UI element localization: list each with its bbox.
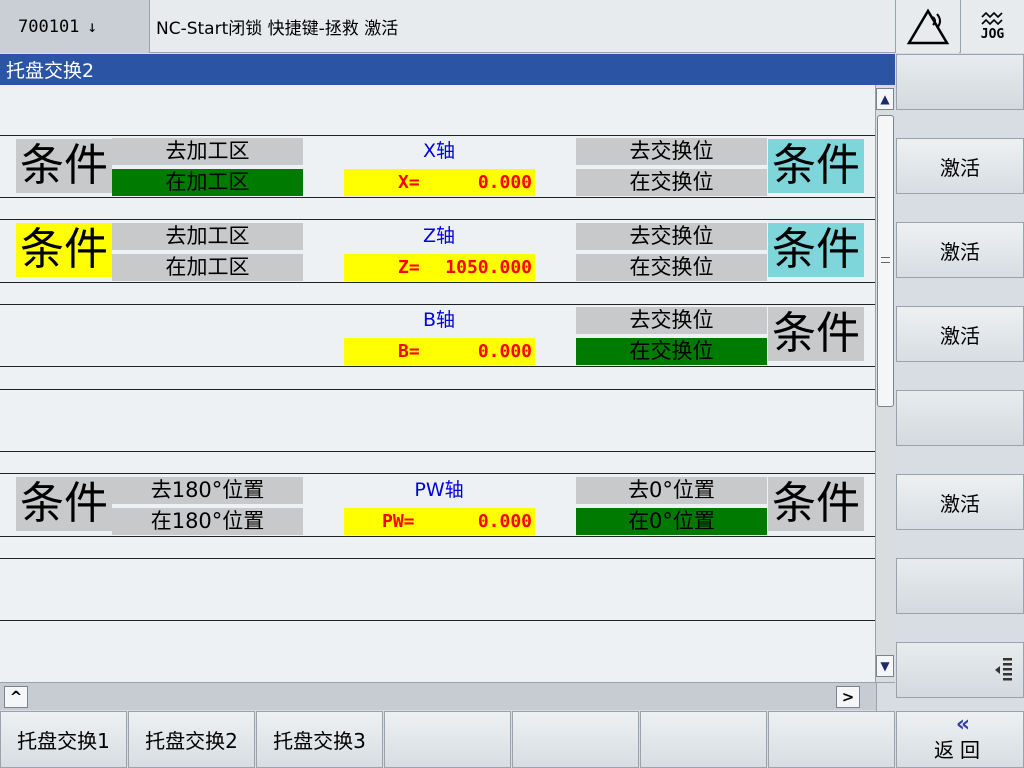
scrollbar-corner: [876, 683, 895, 711]
z-go-machining-area: 去加工区: [112, 223, 303, 250]
row-divider: [0, 451, 875, 452]
b-axis-value: 0.000: [477, 341, 532, 362]
softkey-bottom-5[interactable]: [512, 711, 639, 768]
softkey-right-activate-z[interactable]: 激活: [896, 222, 1024, 278]
horizontal-scrollbar[interactable]: ^ >: [0, 682, 895, 711]
b-right-condition: 条件: [768, 307, 864, 361]
back-button[interactable]: « 返回: [896, 711, 1024, 768]
jog-mode-indicator[interactable]: JOG: [960, 0, 1024, 53]
z-left-condition: 条件: [16, 223, 112, 277]
alarm-triangle-icon[interactable]: [895, 0, 959, 53]
b-go-change-position: 去交换位: [576, 307, 767, 334]
pw-go-0-position: 去0°位置: [576, 477, 767, 504]
double-chevron-left-icon: «: [955, 712, 970, 737]
scroll-left-icon[interactable]: ^: [4, 686, 28, 708]
z-go-change-position: 去交换位: [576, 223, 767, 250]
row-divider: [0, 473, 875, 474]
row-divider: [0, 389, 875, 390]
x-axis-position: X= 0.000: [344, 169, 535, 196]
z-in-machining-area: 在加工区: [112, 254, 303, 281]
page-title: 托盘交换2: [0, 54, 895, 85]
row-divider: [0, 219, 875, 220]
row-divider: [0, 620, 875, 621]
header-bar: 700101 ↓ NC-Start闭锁 快捷键-拯救 激活 JOG: [0, 0, 1024, 53]
jog-label: JOG: [980, 27, 1005, 42]
pw-axis-value: 0.000: [477, 511, 532, 532]
pw-axis-label: PW=: [382, 511, 415, 532]
z-in-change-position: 在交换位: [576, 254, 767, 281]
row-divider: [0, 536, 875, 537]
softkey-pallet-change-1[interactable]: 托盘交换1: [0, 711, 127, 768]
alarm-message: NC-Start闭锁 快捷键-拯救 激活: [156, 19, 399, 39]
alarm-arrow-icon: ↓: [87, 17, 98, 36]
more-menu-icon: [995, 658, 1012, 681]
pw-in-0-position: 在0°位置: [576, 508, 767, 535]
vertical-scrollbar[interactable]: ▲ ▼: [875, 85, 895, 682]
x-axis-name: X轴: [422, 140, 456, 162]
softkey-right-activate-pw[interactable]: 激活: [896, 474, 1024, 530]
pw-axis-name: PW轴: [414, 479, 464, 501]
scroll-up-icon[interactable]: ▲: [876, 88, 894, 110]
grip-icon: [881, 257, 890, 263]
x-left-condition: 条件: [16, 139, 112, 193]
softkey-right-activate-b[interactable]: 激活: [896, 306, 1024, 362]
row-divider: [0, 304, 875, 305]
softkey-right-5[interactable]: [896, 390, 1024, 446]
softkey-bottom-7[interactable]: [768, 711, 895, 768]
b-axis-position: B= 0.000: [344, 338, 535, 365]
x-axis-value: 0.000: [477, 172, 532, 193]
vertical-scroll-thumb[interactable]: [877, 115, 894, 407]
x-right-condition: 条件: [768, 139, 864, 193]
row-divider: [0, 366, 875, 367]
b-axis-label: B=: [398, 341, 420, 362]
row-divider: [0, 282, 875, 283]
scroll-down-icon[interactable]: ▼: [876, 655, 894, 677]
softkey-pallet-change-3[interactable]: 托盘交换3: [256, 711, 383, 768]
softkey-bottom-4[interactable]: [384, 711, 511, 768]
z-axis-label: Z=: [398, 257, 420, 278]
x-in-change-position: 在交换位: [576, 169, 767, 196]
z-right-condition: 条件: [768, 223, 864, 277]
softkey-right-activate-x[interactable]: 激活: [896, 138, 1024, 194]
row-divider: [0, 558, 875, 559]
x-go-machining-area: 去加工区: [112, 138, 303, 165]
alarm-code-box[interactable]: 700101 ↓: [0, 0, 150, 53]
pallet-change-panel: 条件 去加工区 在加工区 X轴 X= 0.000 去交换位 在交换位 条件 条件…: [0, 85, 875, 682]
softkey-pallet-change-2[interactable]: 托盘交换2: [128, 711, 255, 768]
x-in-machining-area: 在加工区: [112, 169, 303, 196]
b-in-change-position: 在交换位: [576, 338, 767, 365]
z-axis-position: Z= 1050.000: [344, 254, 535, 281]
x-axis-label: X=: [398, 172, 420, 193]
softkey-right-1[interactable]: [896, 54, 1024, 110]
pw-left-condition: 条件: [16, 477, 112, 531]
scroll-right-icon[interactable]: >: [836, 686, 860, 708]
pw-axis-position: PW= 0.000: [344, 508, 535, 535]
back-label: 返回: [934, 738, 986, 762]
z-axis-value: 1050.000: [445, 257, 532, 278]
softkey-bottom-6[interactable]: [640, 711, 767, 768]
b-axis-name: B轴: [422, 309, 456, 331]
softkey-right-more[interactable]: [896, 642, 1024, 698]
z-axis-name: Z轴: [422, 225, 456, 247]
x-go-change-position: 去交换位: [576, 138, 767, 165]
pw-in-180-position: 在180°位置: [112, 508, 303, 535]
row-divider: [0, 197, 875, 198]
alarm-code: 700101: [18, 16, 80, 37]
row-divider: [0, 135, 875, 136]
pw-go-180-position: 去180°位置: [112, 477, 303, 504]
softkey-right-7[interactable]: [896, 558, 1024, 614]
pw-right-condition: 条件: [768, 477, 864, 531]
